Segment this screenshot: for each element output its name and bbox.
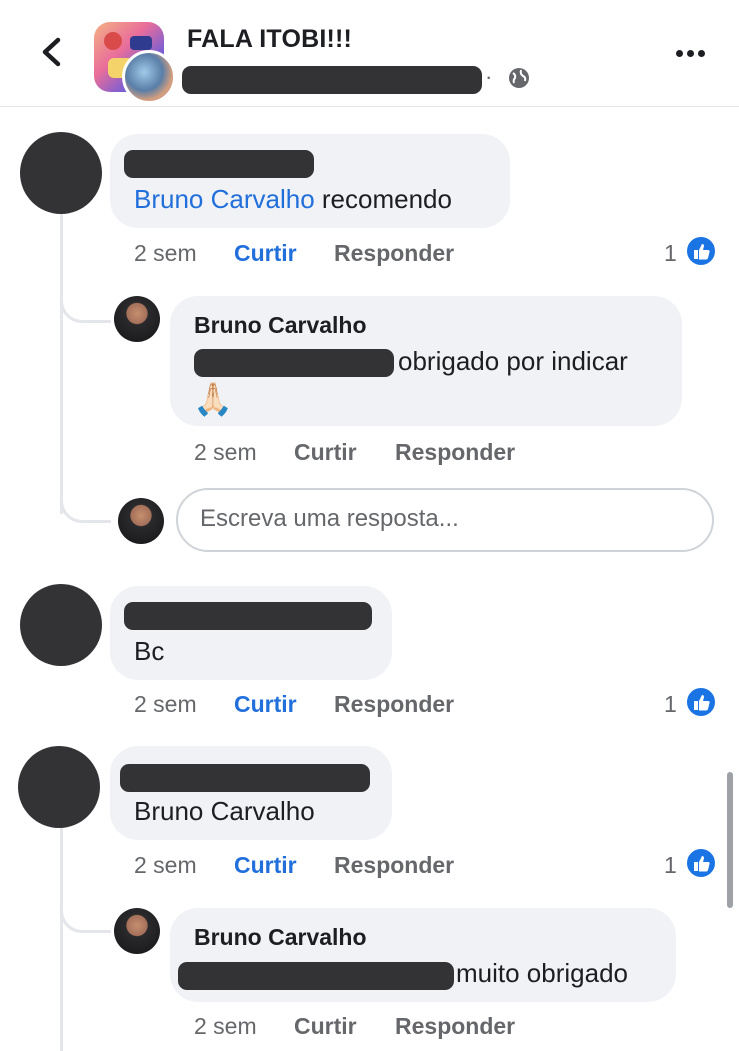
thumbs-up-icon[interactable] bbox=[685, 235, 717, 267]
reply-button[interactable]: Responder bbox=[395, 1013, 515, 1040]
redacted-commenter-name bbox=[124, 602, 372, 630]
reply-button[interactable]: Responder bbox=[334, 691, 454, 718]
thread-line bbox=[60, 214, 63, 514]
reply-time: 2 sem bbox=[194, 439, 257, 465]
thread-curve bbox=[60, 280, 111, 323]
reaction-count[interactable]: 1 bbox=[664, 691, 677, 718]
thread-curve bbox=[60, 890, 111, 933]
commenter-avatar[interactable] bbox=[20, 132, 102, 214]
globe-icon bbox=[508, 67, 530, 89]
more-options-button[interactable] bbox=[676, 44, 710, 58]
like-button[interactable]: Curtir bbox=[294, 439, 357, 466]
mention-link[interactable]: Bruno Carvalho bbox=[134, 796, 315, 827]
comment-body: recomendo bbox=[321, 184, 452, 214]
reply-button[interactable]: Responder bbox=[395, 439, 515, 466]
reply-input-box[interactable] bbox=[176, 488, 714, 552]
like-button[interactable]: Curtir bbox=[294, 1013, 357, 1040]
group-title[interactable]: FALA ITOBI!!! bbox=[187, 25, 352, 54]
redacted-commenter-name bbox=[120, 764, 370, 792]
like-button[interactable]: Curtir bbox=[234, 240, 297, 267]
reply-author[interactable]: Bruno Carvalho bbox=[194, 924, 367, 951]
reply-button[interactable]: Responder bbox=[334, 240, 454, 267]
reply-input[interactable] bbox=[198, 504, 692, 534]
reply-button[interactable]: Responder bbox=[334, 852, 454, 879]
redacted-author-name bbox=[182, 66, 482, 94]
replier-avatar[interactable] bbox=[114, 296, 160, 342]
reply-text: obrigado por indicar bbox=[398, 346, 628, 376]
comment-time: 2 sem bbox=[134, 691, 197, 717]
comment-time: 2 sem bbox=[134, 852, 197, 878]
thumbs-up-icon[interactable] bbox=[685, 847, 717, 879]
redacted-mention bbox=[194, 349, 394, 377]
back-button[interactable] bbox=[34, 30, 74, 74]
like-button[interactable]: Curtir bbox=[234, 852, 297, 879]
comment-time: 2 sem bbox=[134, 240, 197, 266]
more-dots-icon bbox=[676, 50, 683, 57]
thread-curve bbox=[60, 480, 111, 523]
like-button[interactable]: Curtir bbox=[234, 691, 297, 718]
mention-link[interactable]: Bruno Carvalho bbox=[134, 184, 315, 214]
current-user-avatar bbox=[118, 498, 164, 544]
redacted-commenter-name bbox=[124, 150, 314, 178]
post-author-avatar[interactable] bbox=[122, 50, 176, 104]
reply-author[interactable]: Bruno Carvalho bbox=[194, 312, 367, 339]
redacted-mention bbox=[178, 962, 454, 990]
thread-line bbox=[60, 828, 63, 1051]
commenter-avatar[interactable] bbox=[18, 746, 100, 828]
replier-avatar[interactable] bbox=[114, 908, 160, 954]
scrollbar-thumb[interactable] bbox=[727, 772, 733, 908]
thumbs-up-icon[interactable] bbox=[685, 686, 717, 718]
reaction-count[interactable]: 1 bbox=[664, 240, 677, 267]
reply-time: 2 sem bbox=[194, 1013, 257, 1039]
reaction-count[interactable]: 1 bbox=[664, 852, 677, 879]
commenter-avatar[interactable] bbox=[20, 584, 102, 666]
comment-text: Bruno Carvalho recomendo bbox=[134, 184, 452, 215]
separator-dot: · bbox=[485, 64, 493, 89]
reply-text: muito obrigado bbox=[456, 958, 628, 988]
folded-hands-emoji: 🙏🏻 bbox=[193, 381, 233, 417]
comment-body: Bc bbox=[134, 636, 165, 666]
chevron-left-icon bbox=[42, 37, 61, 67]
